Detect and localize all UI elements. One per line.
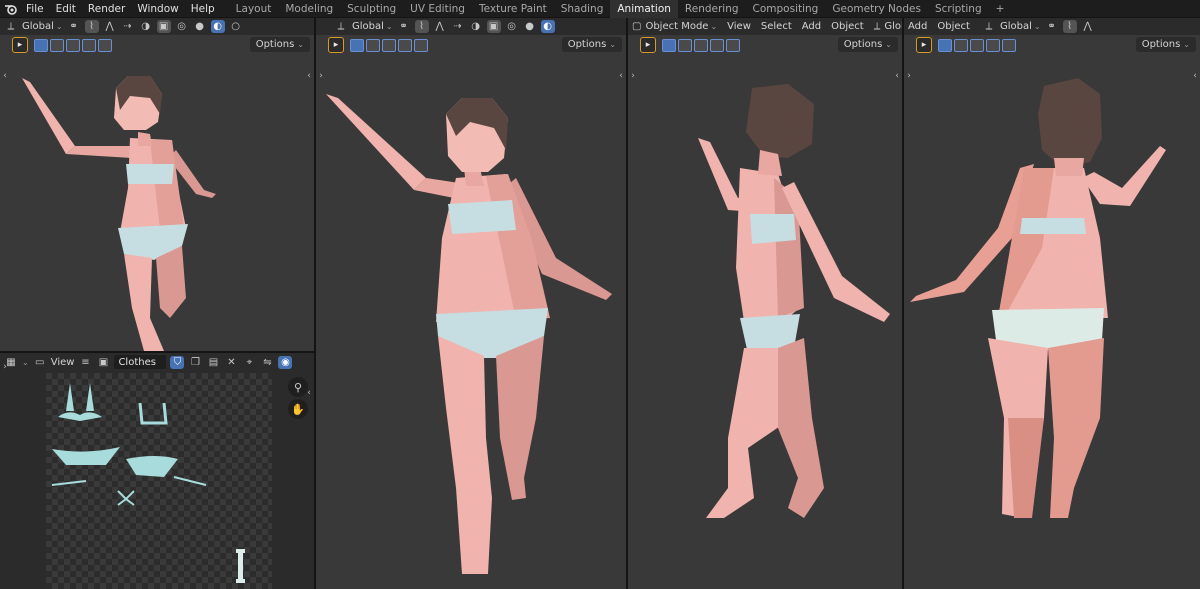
pin-icon[interactable]: ⌖	[242, 356, 256, 369]
image-browse-icon[interactable]: ▣	[96, 356, 110, 369]
image-editor-header: ▦ ⌄ ▭ View ≡ ▣ Clothes ⛉ ❐ ▤ ✕ ⌖ ⇋ ◉	[0, 353, 314, 371]
viewport-1[interactable]: ⟂ Global ⌄ ⚭ ⌇ ⋀ ⇢ ◑ ▣ ◎ ● ◐ ○ ▸ Options ⌄…	[0, 18, 314, 351]
tab-sculpting[interactable]: Sculpting	[340, 0, 403, 18]
sidebar-toggle-icon[interactable]: ‹	[304, 387, 314, 399]
viewport-3[interactable]: ▢ Object Mode ⌄ View Select Add Object ⟂ …	[628, 18, 902, 589]
tab-texture-paint[interactable]: Texture Paint	[472, 0, 554, 18]
blender-logo-icon[interactable]	[2, 0, 20, 18]
menu-help[interactable]: Help	[185, 0, 221, 18]
uv-islands	[51, 383, 245, 583]
character-model-back[interactable]	[904, 18, 1200, 589]
tab-uv-editing[interactable]: UV Editing	[403, 0, 472, 18]
image-name-field[interactable]: Clothes	[114, 355, 167, 369]
pan-hand-icon[interactable]: ✋	[288, 399, 308, 419]
menu-edit[interactable]: Edit	[50, 0, 82, 18]
tab-modeling[interactable]: Modeling	[278, 0, 340, 18]
image-mode-icon[interactable]: ▭	[33, 356, 47, 369]
top-bar: File Edit Render Window Help Layout Mode…	[0, 0, 1200, 18]
fake-user-shield-icon[interactable]: ⛉	[170, 355, 185, 369]
menu-icon[interactable]: ≡	[78, 356, 92, 369]
character-model-side[interactable]	[628, 18, 902, 589]
gizmo-toggle-icon[interactable]: ◉	[278, 355, 293, 369]
character-model-close-front[interactable]	[316, 18, 626, 589]
close-icon[interactable]: ✕	[224, 356, 238, 369]
viewport-4[interactable]: Add Object ⟂ Global ⌄ ⚭ ⌇ ⋀ ▸ Options ⌄ › …	[904, 18, 1200, 589]
viewport-2[interactable]: ⟂ Global ⌄ ⚭ ⌇ ⋀ ⇢ ◑ ▣ ◎ ● ◐ ▸ Options ⌄ ›…	[316, 18, 626, 589]
tab-scripting[interactable]: Scripting	[928, 0, 989, 18]
chevron-down-icon: ⌄	[22, 357, 29, 367]
image-editor[interactable]: ▦ ⌄ ▭ View ≡ ▣ Clothes ⛉ ❐ ▤ ✕ ⌖ ⇋ ◉ ⚲ ✋…	[0, 353, 314, 589]
tab-geometry-nodes[interactable]: Geometry Nodes	[825, 0, 928, 18]
menu-window[interactable]: Window	[131, 0, 184, 18]
character-model-front[interactable]	[0, 18, 314, 351]
view-menu[interactable]: View	[51, 357, 75, 368]
tab-compositing[interactable]: Compositing	[746, 0, 826, 18]
open-image-icon[interactable]: ▤	[206, 356, 220, 369]
tab-rendering[interactable]: Rendering	[678, 0, 746, 18]
uv-texture-canvas[interactable]	[46, 373, 272, 589]
tab-animation[interactable]: Animation	[610, 0, 678, 18]
menu-render[interactable]: Render	[82, 0, 131, 18]
add-workspace-button[interactable]: +	[989, 0, 1012, 18]
duplicate-icon[interactable]: ❐	[188, 356, 202, 369]
menu-file[interactable]: File	[20, 0, 50, 18]
tab-shading[interactable]: Shading	[554, 0, 611, 18]
toolbar-toggle-icon[interactable]: ›	[0, 361, 10, 373]
tab-layout[interactable]: Layout	[229, 0, 279, 18]
display-channels-icon[interactable]: ⇋	[260, 356, 274, 369]
